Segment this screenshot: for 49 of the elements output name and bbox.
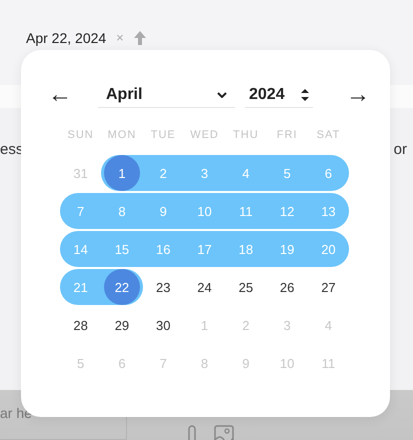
day-button[interactable]: 19	[269, 231, 306, 267]
day-button[interactable]: 10	[186, 193, 223, 229]
day-button[interactable]: 21	[62, 269, 99, 305]
date-value: Apr 22, 2024	[26, 30, 106, 46]
day-button[interactable]: 1	[104, 155, 140, 191]
day-button[interactable]: 2	[145, 155, 182, 191]
day-button[interactable]: 18	[228, 231, 264, 267]
month-select[interactable]: April	[98, 82, 235, 108]
day-button[interactable]: 26	[269, 269, 306, 305]
day-button[interactable]: 16	[145, 231, 182, 267]
background-text: or	[394, 141, 407, 158]
day-button[interactable]: 30	[145, 307, 182, 343]
next-month-button[interactable]: →	[343, 80, 373, 110]
weekday-label: SUN	[66, 128, 95, 143]
day-button[interactable]: 23	[145, 269, 182, 305]
weekday-label: THU	[232, 128, 260, 143]
weekday-label: TUE	[150, 128, 177, 143]
day-button[interactable]: 8	[104, 193, 140, 229]
day-button[interactable]: 28	[62, 307, 99, 343]
weekday-label: WED	[189, 128, 220, 143]
day-button[interactable]: 5	[269, 155, 306, 191]
paperclip-icon[interactable]	[186, 425, 198, 440]
day-button[interactable]: 9	[145, 193, 182, 229]
day-button[interactable]: 11	[228, 193, 264, 229]
stepper-arrows-icon	[301, 88, 309, 102]
year-field[interactable]: 2024	[245, 82, 313, 108]
day-button[interactable]: 27	[310, 269, 346, 305]
weekday-label: FRI	[276, 128, 298, 143]
previous-month-button[interactable]: ←	[45, 80, 75, 110]
upload-arrow-icon[interactable]	[134, 31, 146, 45]
day-button[interactable]: 14	[62, 231, 99, 267]
chevron-down-icon	[217, 92, 227, 98]
day-button[interactable]: 3	[186, 155, 223, 191]
day-button[interactable]: 29	[104, 307, 140, 343]
day-button[interactable]: 17	[186, 231, 223, 267]
day-button[interactable]: 12	[269, 193, 306, 229]
day-button[interactable]: 25	[228, 269, 264, 305]
weekday-label: MON	[106, 128, 138, 143]
image-icon[interactable]	[214, 425, 234, 440]
day-button[interactable]: 24	[186, 269, 223, 305]
day-button[interactable]: 20	[310, 231, 346, 267]
day-button[interactable]: 15	[104, 231, 140, 267]
day-button[interactable]: 4	[228, 155, 264, 191]
clear-button[interactable]: ×	[116, 30, 124, 46]
day-button[interactable]: 6	[310, 155, 346, 191]
day-button[interactable]: 7	[62, 193, 99, 229]
weekday-label: SAT	[316, 128, 342, 143]
day-button[interactable]: 22	[104, 269, 140, 305]
day-button[interactable]: 13	[310, 193, 346, 229]
